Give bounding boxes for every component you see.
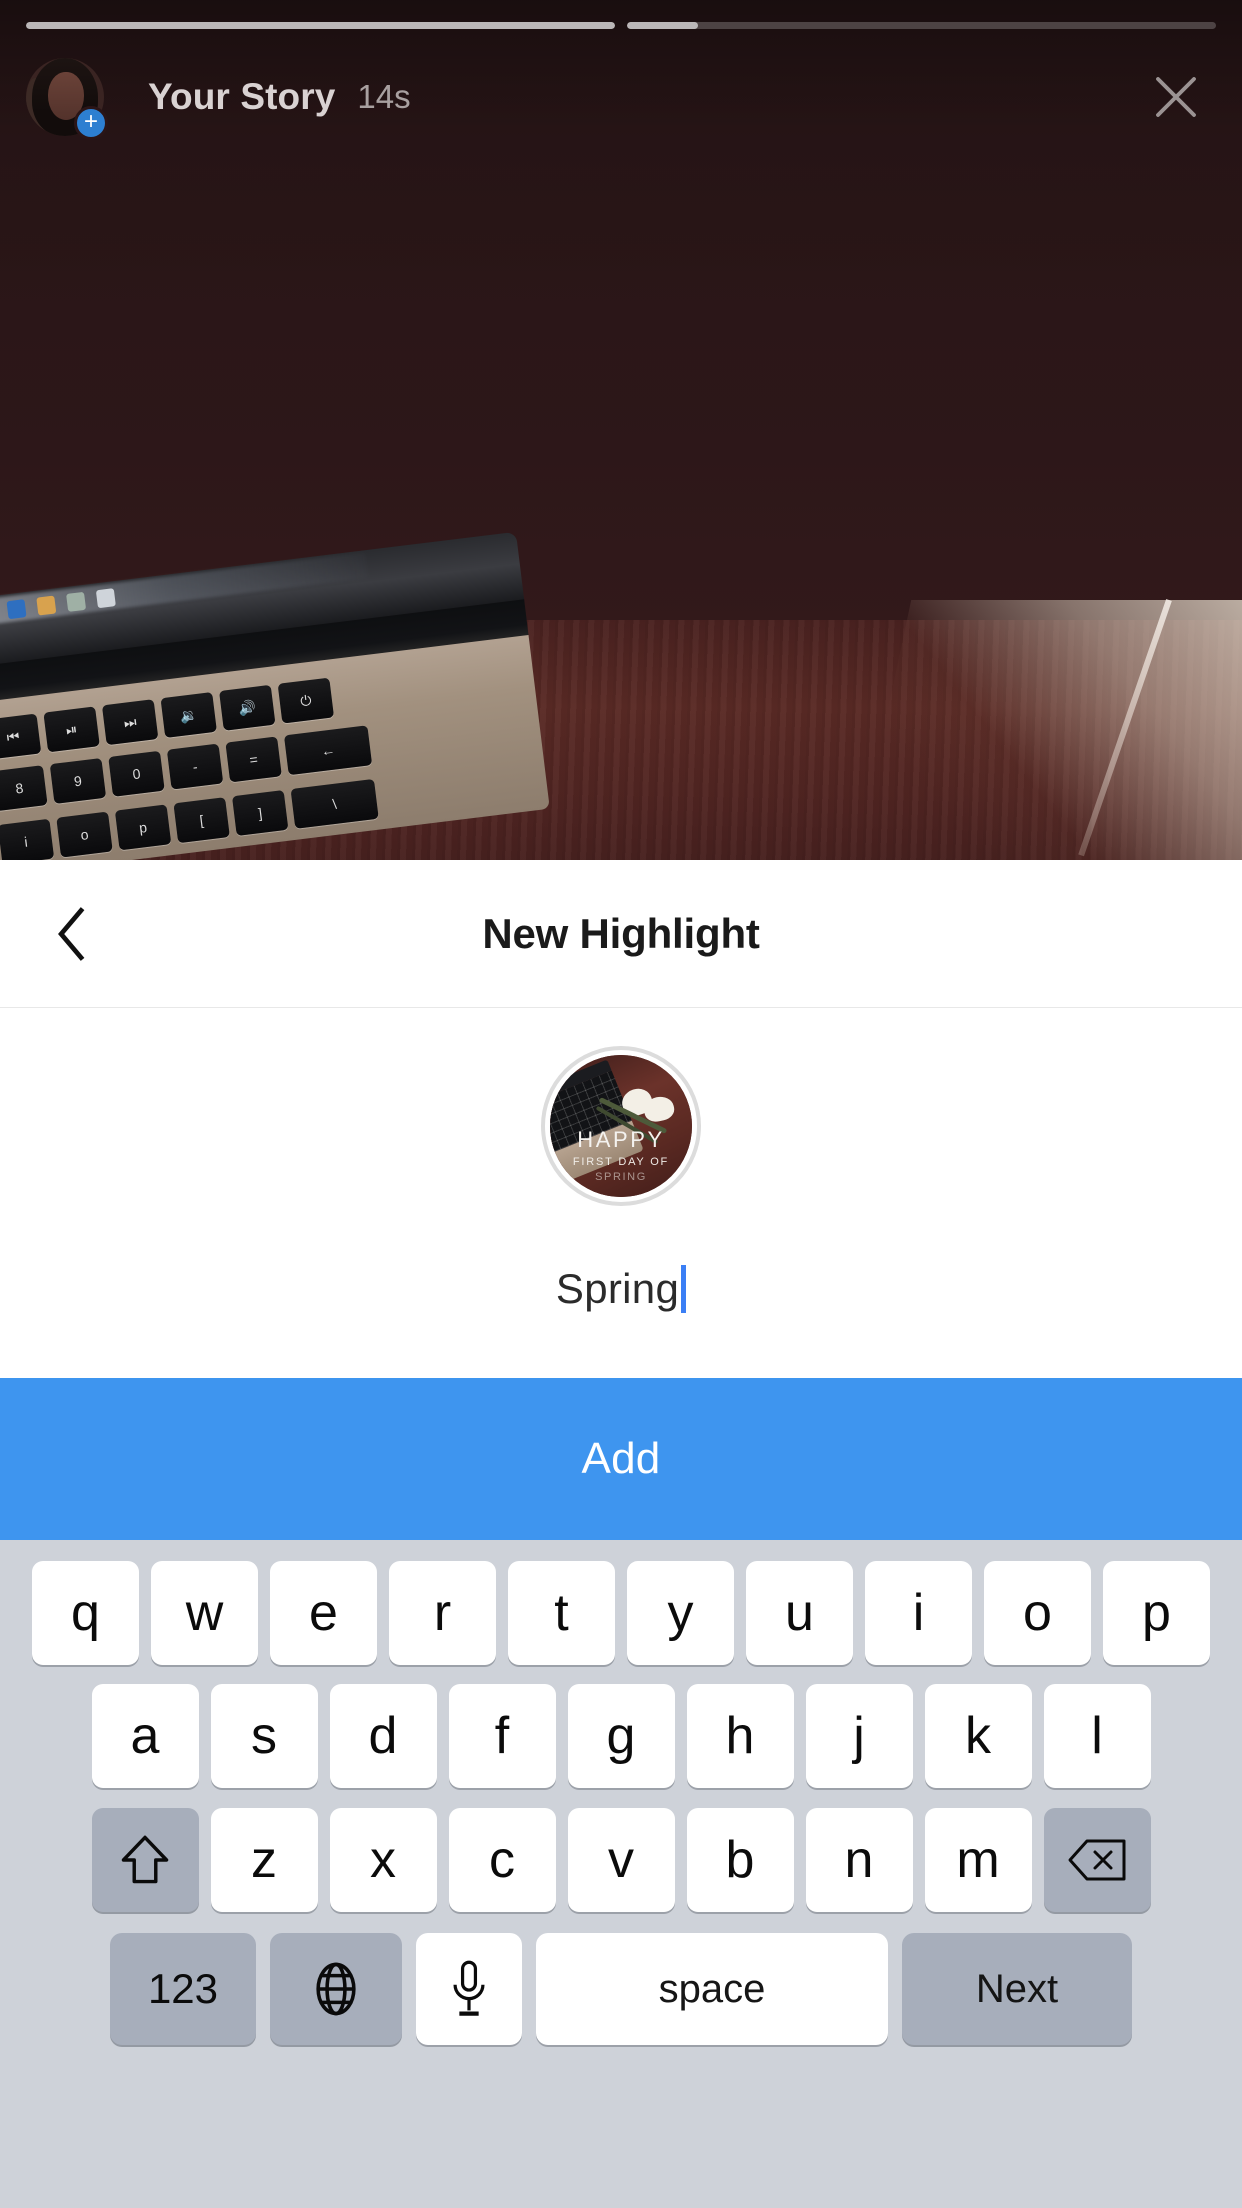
story-username[interactable]: Your Story <box>148 76 335 118</box>
avatar[interactable]: + <box>26 58 108 140</box>
keyboard-row-4: 123 space Next <box>0 1926 1242 2052</box>
key-h[interactable]: h <box>686 1684 794 1788</box>
key-m[interactable]: m <box>924 1808 1032 1912</box>
plus-glyph: + <box>83 107 98 135</box>
story-progress-fill <box>26 22 615 29</box>
keyboard-row-3: zxcvbnm <box>0 1800 1242 1920</box>
close-story-button[interactable] <box>1140 61 1212 133</box>
highlight-name-value: Spring <box>555 1265 680 1312</box>
microphone-icon <box>453 1960 485 2016</box>
key-z[interactable]: z <box>210 1808 318 1912</box>
key-n[interactable]: n <box>805 1808 913 1912</box>
page-title: New Highlight <box>482 909 760 957</box>
space-key[interactable]: space <box>536 1933 888 2045</box>
key-p[interactable]: p <box>1103 1561 1210 1665</box>
shift-key[interactable] <box>91 1808 199 1912</box>
chevron-left-icon <box>58 906 85 961</box>
key-o[interactable]: o <box>984 1561 1091 1665</box>
cover-overlay-line-1: HAPPY <box>577 1127 665 1152</box>
key-s[interactable]: s <box>210 1684 318 1788</box>
story-progress-bar <box>26 22 1216 29</box>
numbers-key[interactable]: 123 <box>110 1933 256 2045</box>
key-w[interactable]: w <box>151 1561 258 1665</box>
story-timestamp: 14s <box>357 78 411 115</box>
backspace-delete-icon <box>1068 1839 1126 1881</box>
story-progress-fill <box>627 22 698 29</box>
key-x[interactable]: x <box>329 1808 437 1912</box>
key-u[interactable]: u <box>746 1561 853 1665</box>
cover-area: HAPPY FIRST DAY OF SPRING <box>0 1008 1242 1206</box>
shift-arrow-icon <box>121 1835 169 1884</box>
keyboard-row-2: asdfghjkl <box>0 1676 1242 1796</box>
key-i[interactable]: i <box>865 1561 972 1665</box>
sheet-header: New Highlight <box>0 860 1242 1008</box>
key-v[interactable]: v <box>567 1808 675 1912</box>
key-j[interactable]: j <box>805 1684 913 1788</box>
highlight-cover-thumbnail[interactable]: HAPPY FIRST DAY OF SPRING <box>541 1046 701 1206</box>
key-y[interactable]: y <box>627 1561 734 1665</box>
story-media-background[interactable]: ⏮⏯⏭ 🔉🔊⏻ 890 -=← iop []\ <box>0 0 1242 860</box>
key-d[interactable]: d <box>329 1684 437 1788</box>
text-cursor <box>681 1265 687 1313</box>
language-key[interactable] <box>270 1933 402 2045</box>
add-to-story-plus-icon[interactable]: + <box>74 106 108 140</box>
key-c[interactable]: c <box>448 1808 556 1912</box>
story-header: + Your Story 14s <box>0 42 1242 152</box>
next-key[interactable]: Next <box>902 1933 1132 2045</box>
cover-overlay-line-3: SPRING <box>595 1171 647 1183</box>
story-progress-segment <box>26 22 615 29</box>
app-screen: ⏮⏯⏭ 🔉🔊⏻ 890 -=← iop []\ <box>0 0 1242 2208</box>
story-progress-segment <box>627 22 1216 29</box>
dictation-key[interactable] <box>416 1933 522 2045</box>
close-x-icon <box>1156 77 1196 117</box>
key-l[interactable]: l <box>1043 1684 1151 1788</box>
add-button[interactable]: Add <box>0 1378 1242 1540</box>
key-e[interactable]: e <box>270 1561 377 1665</box>
backspace-key[interactable] <box>1043 1808 1151 1912</box>
key-b[interactable]: b <box>686 1808 794 1912</box>
cover-overlay-line-2: FIRST DAY OF <box>572 1156 670 1168</box>
key-r[interactable]: r <box>389 1561 496 1665</box>
globe-language-icon <box>316 1962 356 2016</box>
keyboard-row-1: qwertyuiop <box>0 1554 1242 1672</box>
key-g[interactable]: g <box>567 1684 675 1788</box>
add-button-label: Add <box>581 1434 661 1483</box>
key-a[interactable]: a <box>91 1684 199 1788</box>
key-f[interactable]: f <box>448 1684 556 1788</box>
back-button[interactable] <box>34 896 110 972</box>
key-t[interactable]: t <box>508 1561 615 1665</box>
virtual-keyboard: qwertyuiop asdfghjkl zxcvbnm 123 space N… <box>0 1540 1242 2208</box>
key-q[interactable]: q <box>32 1561 139 1665</box>
highlight-name-field[interactable]: Spring <box>0 1254 1242 1324</box>
key-k[interactable]: k <box>924 1684 1032 1788</box>
